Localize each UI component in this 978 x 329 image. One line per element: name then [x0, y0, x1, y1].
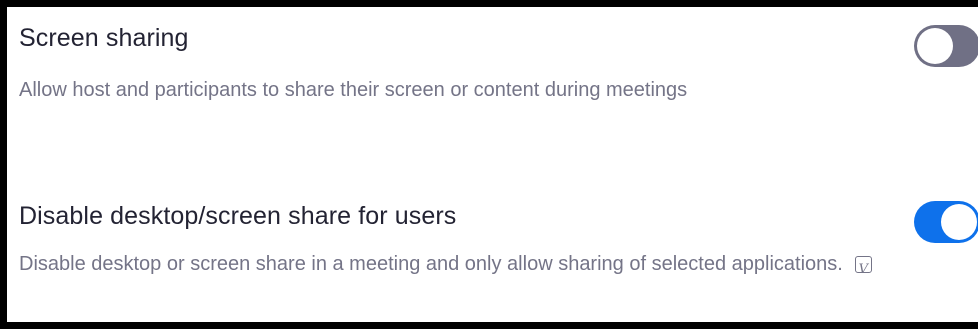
settings-panel: Screen sharing Allow host and participan… [7, 7, 978, 322]
disable-desktop-share-toggle[interactable] [914, 201, 978, 243]
setting-screen-sharing: Screen sharing Allow host and participan… [19, 7, 978, 157]
setting-title: Disable desktop/screen share for users [19, 202, 457, 230]
toggle-knob [941, 204, 977, 240]
screen-sharing-toggle[interactable] [914, 25, 978, 67]
version-v-glyph: V [858, 262, 868, 277]
setting-description-container: Disable desktop or screen share in a mee… [19, 248, 879, 280]
setting-title: Screen sharing [19, 24, 189, 52]
setting-description: Disable desktop or screen share in a mee… [19, 253, 843, 275]
setting-disable-desktop-share: Disable desktop/screen share for users D… [19, 182, 978, 322]
version-v-icon[interactable]: V [854, 256, 872, 277]
toggle-knob [917, 28, 953, 64]
setting-description: Allow host and participants to share the… [19, 79, 688, 101]
